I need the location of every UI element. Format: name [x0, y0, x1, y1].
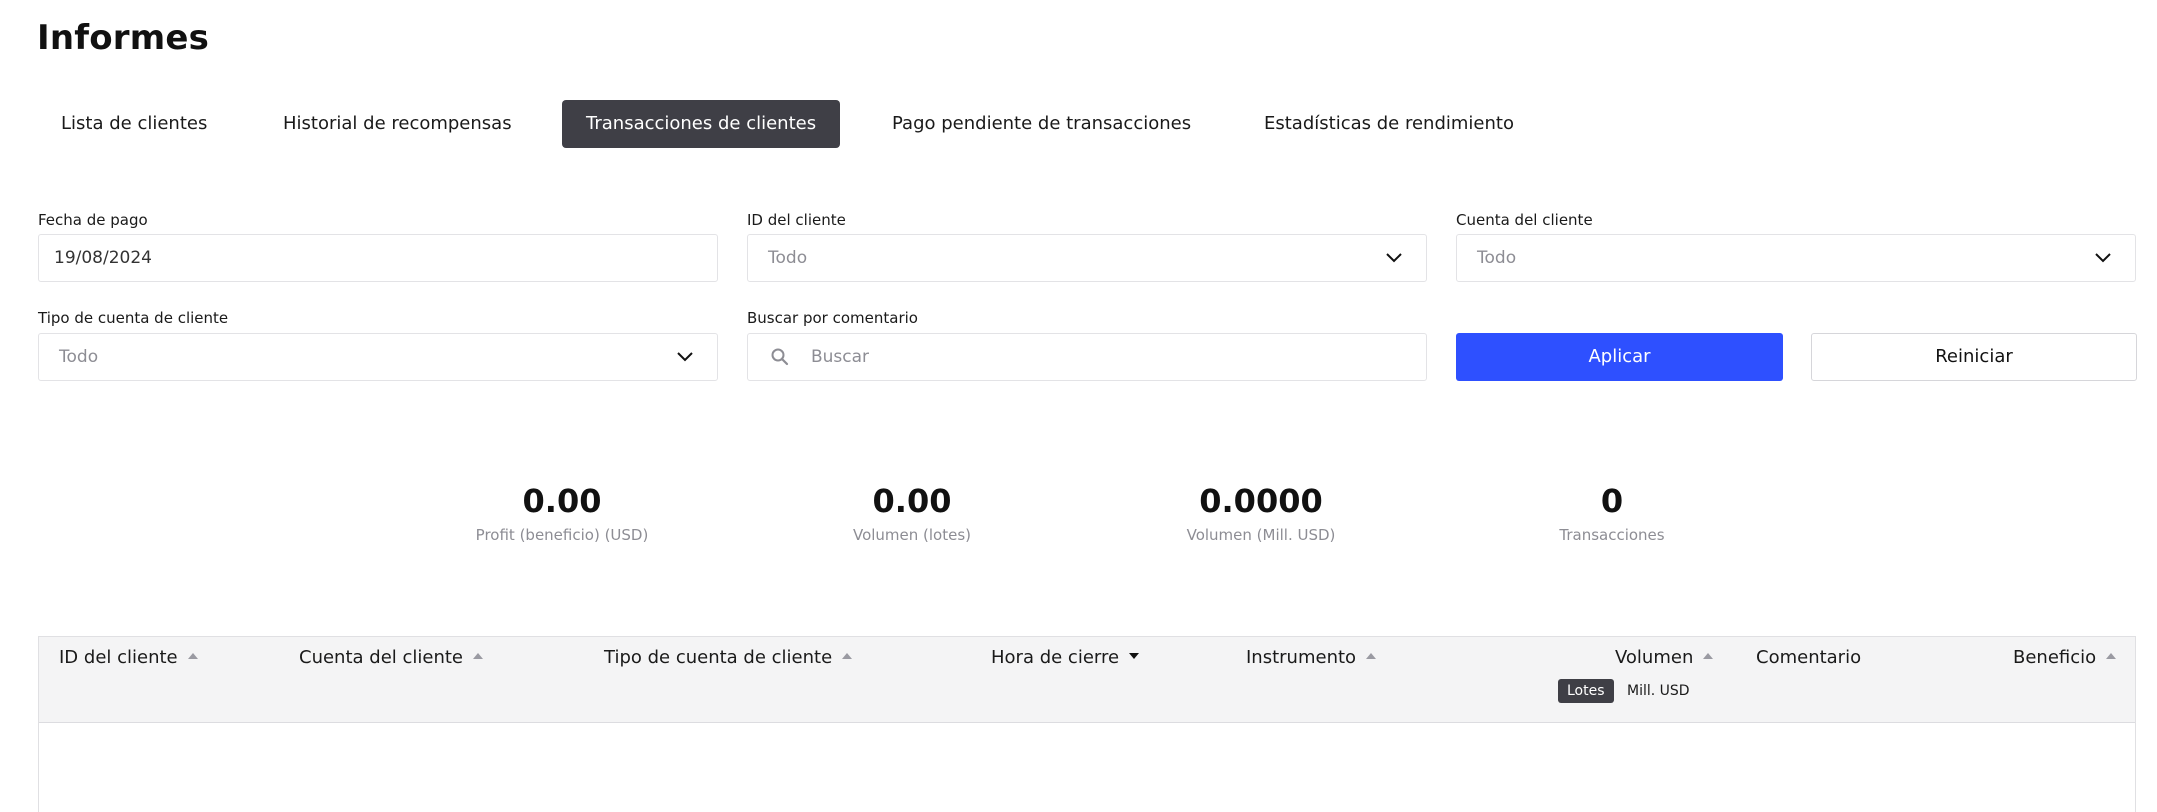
client-account-type-value: Todo: [59, 347, 99, 367]
table-header: ID del cliente Cuenta del cliente Tipo d…: [39, 637, 2135, 723]
column-instrument-label: Instrumento: [1246, 647, 1357, 668]
chevron-down-icon: [677, 352, 693, 362]
client-id-value: Todo: [768, 248, 808, 268]
column-close-time[interactable]: Hora de cierre: [991, 647, 1140, 668]
stat-volume-musd-value: 0.0000: [1199, 482, 1323, 520]
reset-button[interactable]: Reiniciar: [1811, 333, 2137, 381]
column-client-account-type[interactable]: Tipo de cuenta de cliente: [604, 647, 853, 668]
column-client-id[interactable]: ID del cliente: [59, 647, 198, 668]
column-comment-label: Comentario: [1756, 647, 1862, 668]
sort-asc-icon: [473, 653, 484, 659]
stat-volume-musd: 0.0000 Volumen (Mill. USD): [1131, 482, 1391, 544]
client-account-type-select[interactable]: Todo: [38, 333, 718, 381]
stat-volume-lots-value: 0.00: [872, 482, 952, 520]
tab-performance-statistics[interactable]: Estadísticas de rendimiento: [1240, 100, 1538, 148]
stat-profit-value: 0.00: [522, 482, 602, 520]
sort-asc-icon: [187, 653, 198, 659]
tab-rewards-history[interactable]: Historial de recompensas: [259, 100, 536, 148]
column-client-account[interactable]: Cuenta del cliente: [299, 647, 484, 668]
chevron-down-icon: [2095, 253, 2111, 263]
page-title: Informes: [37, 18, 210, 58]
sort-asc-icon: [1366, 653, 1377, 659]
column-volume[interactable]: Volumen: [1615, 647, 1714, 668]
client-account-select[interactable]: Todo: [1456, 234, 2136, 282]
payment-date-value: 19/08/2024: [54, 248, 152, 268]
stat-transactions-label: Transacciones: [1559, 526, 1665, 544]
column-close-time-label: Hora de cierre: [991, 647, 1120, 668]
column-profit[interactable]: Beneficio: [2013, 647, 2117, 668]
stat-volume-lots: 0.00 Volumen (lotes): [782, 482, 1042, 544]
volume-unit-musd[interactable]: Mill. USD: [1618, 679, 1699, 703]
client-id-label: ID del cliente: [747, 211, 846, 229]
comment-search-placeholder: Buscar: [811, 347, 870, 367]
stat-transactions: 0 Transacciones: [1482, 482, 1742, 544]
column-client-account-label: Cuenta del cliente: [299, 647, 464, 668]
sort-asc-icon: [2106, 653, 2117, 659]
transactions-table: ID del cliente Cuenta del cliente Tipo d…: [38, 636, 2136, 812]
payment-date-input[interactable]: 19/08/2024: [38, 234, 718, 282]
sort-desc-icon: [1129, 653, 1140, 659]
search-icon: [771, 348, 789, 366]
comment-search-label: Buscar por comentario: [747, 309, 918, 327]
column-client-account-type-label: Tipo de cuenta de cliente: [604, 647, 833, 668]
column-profit-label: Beneficio: [2013, 647, 2097, 668]
client-account-type-label: Tipo de cuenta de cliente: [38, 309, 229, 327]
client-account-label: Cuenta del cliente: [1456, 211, 1593, 229]
stat-profit-label: Profit (beneficio) (USD): [475, 526, 649, 544]
volume-unit-lots[interactable]: Lotes: [1558, 679, 1614, 703]
apply-button[interactable]: Aplicar: [1456, 333, 1783, 381]
stat-volume-musd-label: Volumen (Mill. USD): [1186, 526, 1336, 544]
column-client-id-label: ID del cliente: [59, 647, 178, 668]
sort-asc-icon: [842, 653, 853, 659]
tab-pending-payment-transactions[interactable]: Pago pendiente de transacciones: [868, 100, 1215, 148]
sort-asc-icon: [1703, 653, 1714, 659]
stat-profit: 0.00 Profit (beneficio) (USD): [432, 482, 692, 544]
column-volume-label: Volumen: [1615, 647, 1694, 668]
client-account-value: Todo: [1477, 248, 1517, 268]
tab-client-transactions[interactable]: Transacciones de clientes: [562, 100, 841, 148]
tab-client-list[interactable]: Lista de clientes: [37, 100, 231, 148]
stat-transactions-value: 0: [1600, 482, 1624, 520]
payment-date-label: Fecha de pago: [38, 211, 148, 229]
column-comment: Comentario: [1756, 647, 1861, 668]
client-id-select[interactable]: Todo: [747, 234, 1427, 282]
chevron-down-icon: [1386, 253, 1402, 263]
comment-search-input[interactable]: Buscar: [747, 333, 1427, 381]
column-instrument[interactable]: Instrumento: [1246, 647, 1377, 668]
stat-volume-lots-label: Volumen (lotes): [852, 526, 972, 544]
